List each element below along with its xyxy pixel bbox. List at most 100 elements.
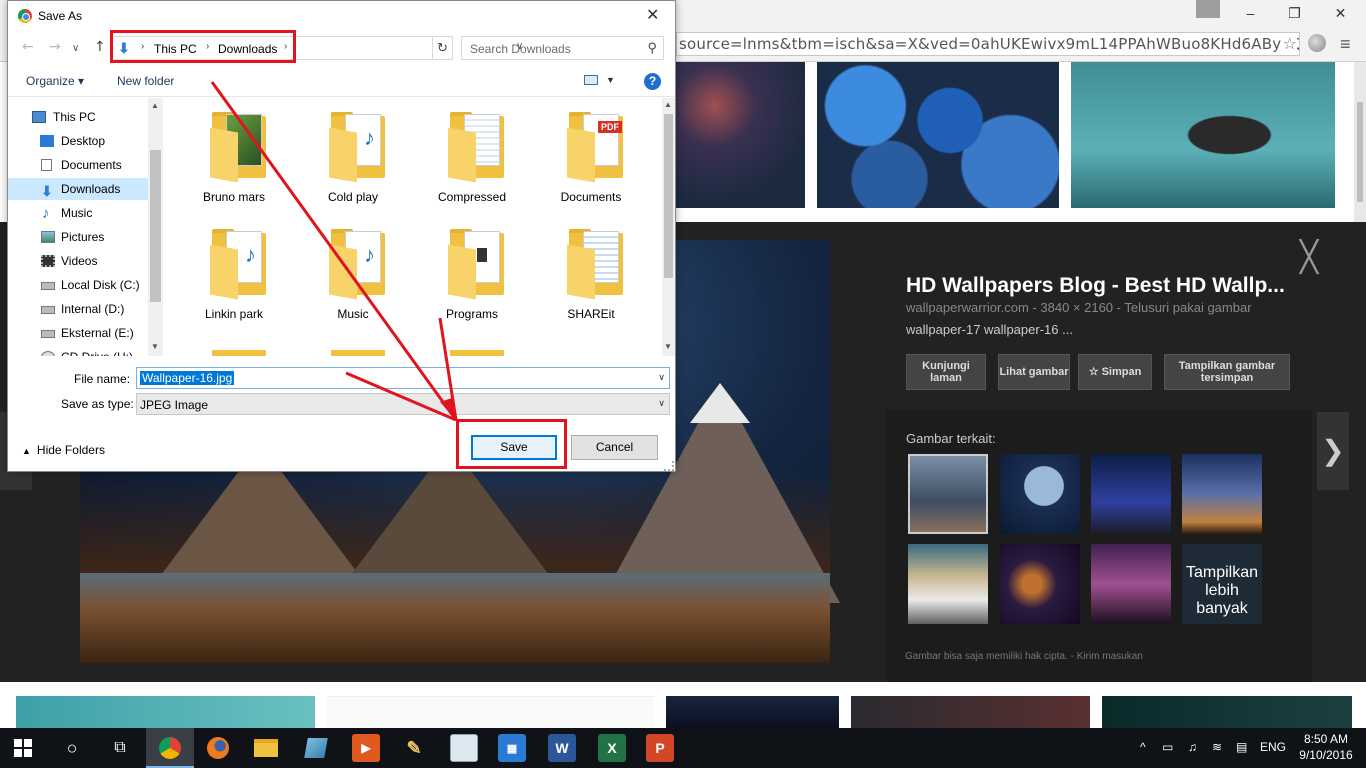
related-thumbnail[interactable] <box>1182 454 1262 534</box>
chevron-down-icon[interactable]: ∨ <box>658 372 665 383</box>
folder-icon[interactable] <box>450 350 504 356</box>
help-icon[interactable]: ? <box>644 73 661 90</box>
show-more-button[interactable]: Tampilkan lebih banyak <box>1182 544 1262 624</box>
new-folder-button[interactable]: New folder <box>117 74 174 88</box>
folder-item[interactable]: Compressed <box>422 98 522 210</box>
view-image-button[interactable]: Lihat gambar <box>998 354 1070 390</box>
firefox-icon[interactable] <box>204 734 232 762</box>
preview-source[interactable]: wallpaperwarrior.com - 3840 × 2160 - Tel… <box>906 300 1252 315</box>
nav-item-videos[interactable]: Videos <box>8 250 148 272</box>
refresh-button[interactable]: ↻ <box>433 36 453 60</box>
show-saved-button[interactable]: Tampilkan gambar tersimpan <box>1164 354 1290 390</box>
save-type-select[interactable]: JPEG Image ∨ <box>136 393 670 415</box>
menu-icon[interactable]: ≡ <box>1340 34 1351 55</box>
nav-item-downloads[interactable]: ⬇ Downloads <box>8 178 148 200</box>
related-thumbnail[interactable] <box>1091 454 1171 534</box>
search-input[interactable]: Search Downloads ⚲ <box>461 36 664 60</box>
extension-icon[interactable] <box>1308 34 1326 52</box>
chevron-down-icon[interactable]: ∨ <box>658 398 665 409</box>
word-icon[interactable]: W <box>548 734 576 762</box>
folder-item[interactable]: ♪ Linkin park <box>184 215 284 327</box>
wifi-icon[interactable]: ≋ <box>1212 740 1222 754</box>
result-thumbnail[interactable] <box>1102 696 1352 728</box>
windows-start-icon[interactable] <box>14 739 32 757</box>
result-thumbnail[interactable] <box>16 696 315 728</box>
close-preview-icon[interactable]: ╳ <box>1300 240 1318 275</box>
dialog-titlebar[interactable]: Save As ✕ <box>8 1 675 32</box>
excel-icon[interactable]: X <box>598 734 626 762</box>
app-icon[interactable] <box>302 734 330 762</box>
scroll-thumb[interactable] <box>664 114 673 278</box>
file-name-field[interactable]: Wallpaper-16.jpg ∨ <box>136 367 670 389</box>
folder-icon[interactable] <box>331 350 385 356</box>
powerpoint-icon[interactable]: P <box>646 734 674 762</box>
related-thumbnail[interactable] <box>908 454 988 534</box>
language-indicator[interactable]: ENG <box>1260 740 1286 754</box>
notification-icon[interactable]: ▤ <box>1236 740 1247 754</box>
folder-icon[interactable] <box>212 350 266 356</box>
remote-desktop-icon[interactable]: ▦ <box>498 734 526 762</box>
nav-scrollbar[interactable]: ▲ ▼ <box>148 98 163 356</box>
minimize-icon[interactable]: – <box>1228 0 1273 28</box>
folder-item[interactable]: SHAREit <box>541 215 641 327</box>
address-bar[interactable]: source=lnms&tbm=isch&sa=X&ved=0ahUKEwivx… <box>676 32 1300 56</box>
power-icon[interactable]: ▭ <box>1162 740 1173 754</box>
nav-item-desktop[interactable]: Desktop <box>8 130 148 152</box>
scroll-up-icon[interactable]: ▲ <box>664 100 672 109</box>
nav-item-external-drive[interactable]: Eksternal (E:) <box>8 322 148 344</box>
preview-title[interactable]: HD Wallpapers Blog - Best HD Wallp... <box>906 274 1285 298</box>
related-thumbnail[interactable] <box>908 544 988 624</box>
visit-page-button[interactable]: Kunjungi laman <box>906 354 986 390</box>
close-icon[interactable]: ✕ <box>646 5 659 24</box>
task-view-icon[interactable]: ⧉ <box>106 734 134 762</box>
clock[interactable]: 8:50 AM 9/10/2016 <box>1296 731 1356 763</box>
chevron-up-icon[interactable]: ^ <box>1140 740 1146 754</box>
paint-icon[interactable]: ✎ <box>400 734 428 762</box>
scroll-down-icon[interactable]: ▼ <box>151 342 159 351</box>
up-arrow-icon[interactable]: ↑ <box>94 39 106 55</box>
scroll-down-icon[interactable]: ▼ <box>664 342 672 351</box>
cortana-icon[interactable]: ○ <box>58 734 86 762</box>
organize-button[interactable]: Organize ▾ <box>26 74 84 88</box>
user-profile-icon[interactable] <box>1196 0 1220 18</box>
result-thumbnail[interactable] <box>327 696 654 728</box>
scroll-thumb[interactable] <box>150 150 161 302</box>
page-scrollbar[interactable] <box>1354 62 1366 222</box>
folder-item[interactable]: ♪ Cold play <box>303 98 403 210</box>
nav-item-music[interactable]: ♪ Music <box>8 202 148 224</box>
volume-icon[interactable]: ♫ <box>1188 740 1197 754</box>
back-arrow-icon[interactable]: ← <box>22 39 34 55</box>
close-window-icon[interactable]: ✕ <box>1318 0 1363 28</box>
cancel-button[interactable]: Cancel <box>571 435 658 460</box>
media-player-icon[interactable]: ▶ <box>352 734 380 762</box>
forward-arrow-icon[interactable]: → <box>49 39 61 55</box>
file-list-scrollbar[interactable]: ▲ ▼ <box>662 98 675 356</box>
nav-item-pictures[interactable]: Pictures <box>8 226 148 248</box>
folder-item[interactable]: ♪ Music <box>303 215 403 327</box>
photo-viewer-icon[interactable] <box>450 734 478 762</box>
recent-chevron-icon[interactable]: ∨ <box>72 43 79 54</box>
change-view-icon[interactable] <box>584 75 598 85</box>
next-image-arrow[interactable]: ❯ <box>1317 412 1349 490</box>
folder-item[interactable]: Bruno mars <box>184 98 284 210</box>
result-thumbnail[interactable] <box>676 62 805 208</box>
related-thumbnail[interactable] <box>1000 454 1080 534</box>
scroll-up-icon[interactable]: ▲ <box>151 101 159 110</box>
folder-item[interactable]: PDF Documents <box>541 98 641 210</box>
result-thumbnail[interactable] <box>666 696 839 728</box>
related-thumbnail[interactable] <box>1091 544 1171 624</box>
nav-item-local-disk[interactable]: Local Disk (C:) <box>8 274 148 296</box>
bookmark-star-icon[interactable]: ☆ <box>1282 33 1297 55</box>
result-thumbnail[interactable] <box>817 62 1059 208</box>
restore-icon[interactable]: ❐ <box>1272 0 1317 28</box>
chrome-taskbar-icon[interactable] <box>156 734 184 762</box>
nav-item-this-pc[interactable]: This PC <box>8 106 148 128</box>
related-thumbnail[interactable] <box>1000 544 1080 624</box>
file-explorer-icon[interactable] <box>252 734 280 762</box>
hide-folders-toggle[interactable]: ▲ Hide Folders <box>22 443 105 457</box>
copyright-note[interactable]: Gambar bisa saja memiliki hak cipta. - K… <box>905 651 1143 662</box>
save-image-button[interactable]: ☆ Simpan <box>1078 354 1152 390</box>
result-thumbnail[interactable] <box>1071 62 1335 208</box>
folder-item[interactable]: Programs <box>422 215 522 327</box>
result-thumbnail[interactable] <box>851 696 1090 728</box>
